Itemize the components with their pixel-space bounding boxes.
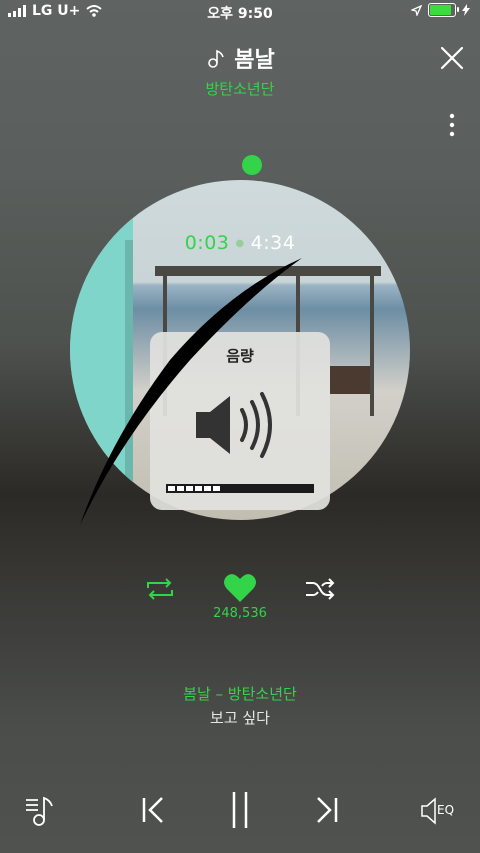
- volume-segment: [186, 486, 193, 491]
- close-icon[interactable]: [440, 46, 464, 70]
- artist-name[interactable]: 방탄소년단: [0, 78, 480, 99]
- more-icon[interactable]: [446, 112, 458, 138]
- status-bar: LG U+ 오후 9:50: [0, 0, 480, 24]
- music-note-icon: [208, 49, 224, 68]
- volume-segment: [213, 486, 220, 491]
- like-count: 248,536: [213, 606, 267, 621]
- lyrics-line-current[interactable]: 봄날 – 방탄소년단: [0, 683, 480, 704]
- lyrics-line-next[interactable]: 보고 싶다: [0, 707, 480, 728]
- progress-knob[interactable]: [242, 155, 262, 175]
- previous-icon[interactable]: [140, 796, 166, 824]
- volume-level-bar: [166, 484, 314, 493]
- bottom-controls: EQ: [0, 790, 480, 830]
- song-title-row: 봄날: [0, 42, 480, 74]
- charging-icon: [462, 4, 470, 16]
- eq-button[interactable]: EQ: [420, 796, 462, 826]
- speaker-icon: [196, 392, 272, 458]
- volume-segment: [177, 486, 184, 491]
- volume-segment: [195, 486, 202, 491]
- total-time: 4:34: [250, 232, 296, 254]
- volume-segment: [204, 486, 211, 491]
- next-icon[interactable]: [314, 796, 340, 824]
- current-time: 0:03: [184, 232, 230, 254]
- volume-segment: [168, 486, 175, 491]
- playback-options: [0, 570, 480, 610]
- clock: 오후 9:50: [207, 6, 273, 22]
- heart-icon[interactable]: [223, 572, 257, 604]
- song-title: 봄날: [234, 48, 275, 73]
- location-icon: [411, 4, 422, 16]
- shuffle-icon[interactable]: [304, 578, 336, 600]
- playlist-icon[interactable]: [24, 792, 60, 828]
- eq-label: EQ: [437, 803, 455, 817]
- battery-icon: [428, 3, 459, 17]
- repeat-icon[interactable]: [144, 578, 176, 600]
- playback-time: 0:03 ● 4:34: [184, 232, 296, 254]
- volume-title: 음량: [226, 347, 254, 365]
- pause-icon[interactable]: [226, 790, 254, 830]
- volume-popup: 음량: [150, 332, 330, 510]
